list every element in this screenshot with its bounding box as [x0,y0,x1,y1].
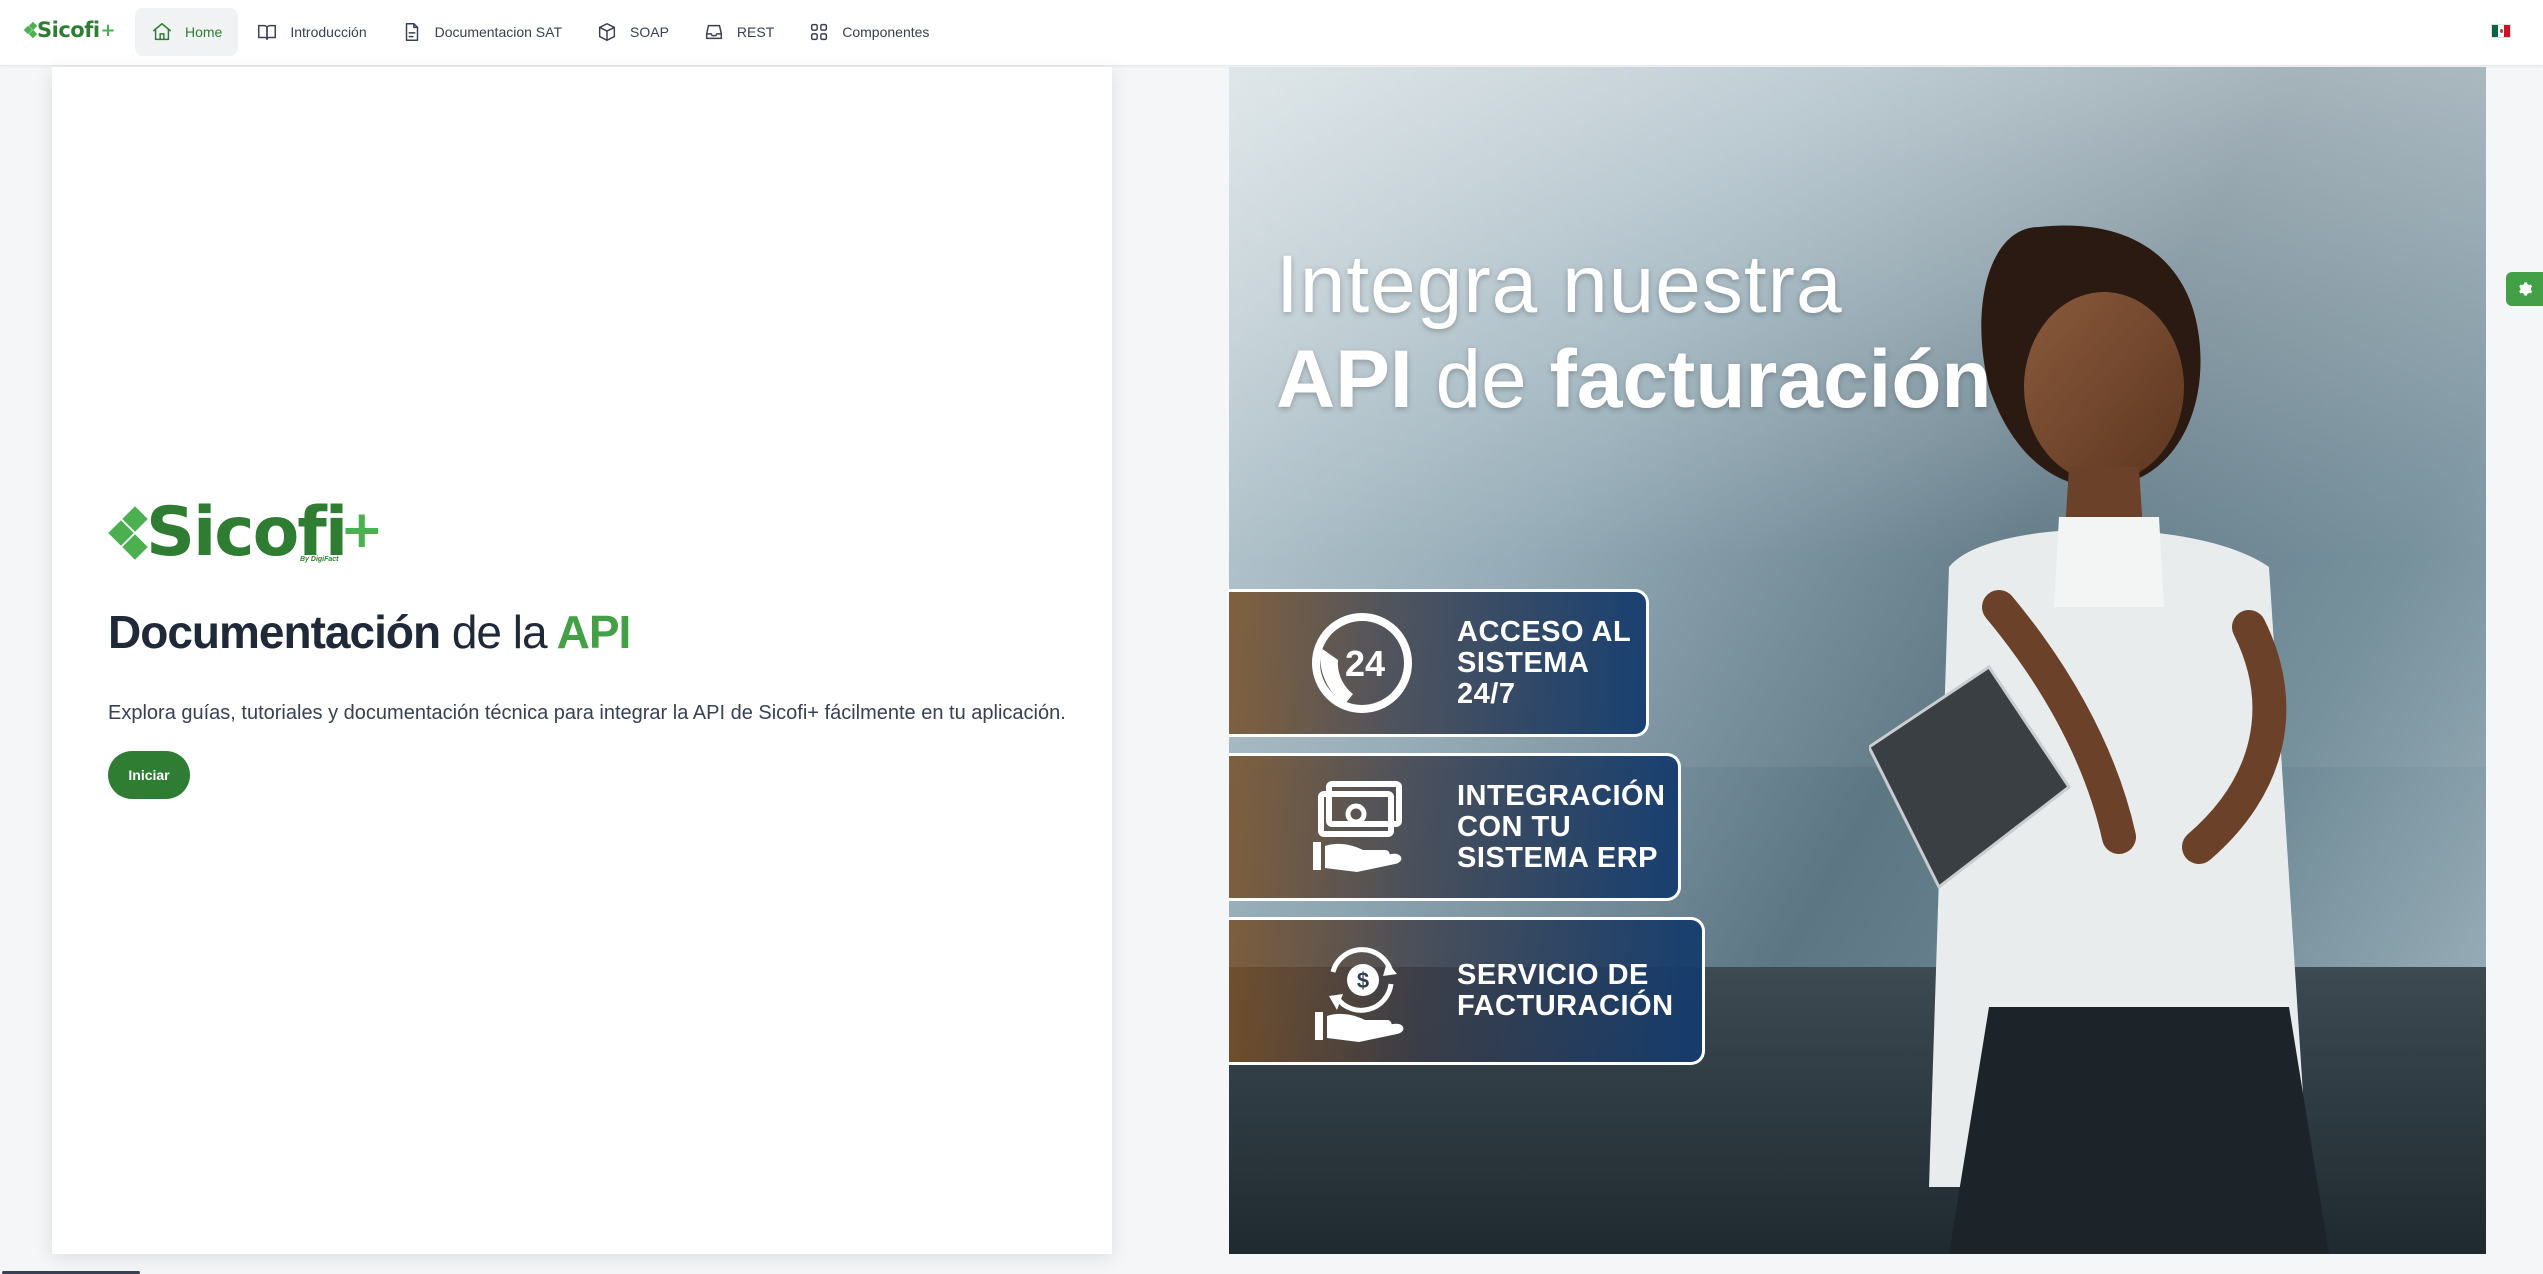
top-navbar: Sicofi + Home Introducción Documentacion … [0,0,2543,66]
nav-label-soap: SOAP [630,24,669,40]
banner-line-1: Integra nuestra [1276,239,1843,330]
start-button[interactable]: Iniciar [108,751,190,799]
money-hand-icon [1313,781,1402,872]
banner-facturacion-word: facturación [1549,334,1992,425]
feature-text-erp: INTEGRACIÓN CON TU SISTEMA ERP [1457,779,1666,874]
feature-erp-integration: INTEGRACIÓN CON TU SISTEMA ERP [1229,753,1681,901]
file-text-icon [405,23,418,41]
brand-plus: + [100,19,116,41]
settings-tab[interactable] [2506,272,2543,306]
banner-line-2: API de facturación [1276,332,1992,427]
nav-label-home: Home [185,24,223,40]
banner-api-word: API [1276,334,1413,425]
feature-access-24-7: 24 ACCESO AL SISTEMA 24/7 [1229,589,1649,737]
gear-icon [2518,282,2532,296]
dollar-cycle-hand-icon: $ [1315,947,1404,1042]
page-title: Documentación de la API [108,602,632,662]
feature-text-billing: SERVICIO DE FACTURACIÓN [1457,959,1674,1022]
feature-text-access: ACCESO AL SISTEMA 24/7 [1457,615,1632,710]
svg-text:$: $ [1357,968,1369,993]
nav-item-componentes[interactable]: Componentes [792,8,945,56]
title-bold: Documentación [108,606,441,658]
grid-icon [811,23,828,41]
nav-item-home[interactable]: Home [135,8,239,56]
logo-diamonds-icon [108,506,148,560]
book-open-icon [258,24,277,41]
nav-label-documentacion-sat: Documentacion SAT [434,24,562,40]
feature-billing-service: $ SERVICIO DE FACTURACIÓN [1229,917,1705,1065]
brand-logo[interactable]: Sicofi + [23,18,116,42]
phone-24-icon: 24 [1312,613,1412,713]
logo-diamonds-icon [23,21,38,39]
logo-plus: + [340,500,384,560]
main-nav: Home Introducción Documentacion SAT SOAP… [135,8,947,56]
box-icon [598,23,616,41]
banner-title: Integra nuestra API de facturación [1276,237,1992,427]
svg-text:24: 24 [1345,643,1385,684]
page-description: Explora guías, tutoriales y documentació… [108,702,1066,724]
logo-subtitle: By DigiFact [300,556,339,563]
home-icon [153,23,171,41]
nav-item-soap[interactable]: SOAP [580,8,685,56]
sicofi-logo: Sicofi + By DigiFact [108,494,398,572]
inbox-icon [705,24,722,40]
nav-label-componentes: Componentes [842,24,930,40]
brand-name: Sicofi [37,18,100,42]
banner-image: Integra nuestra API de facturación 24 AC… [1229,67,2486,1254]
banner-de-word: de [1435,334,1527,425]
nav-item-introduccion[interactable]: Introducción [240,8,382,56]
nav-item-documentacion-sat[interactable]: Documentacion SAT [385,8,578,56]
nav-label-introduccion: Introducción [290,24,367,40]
nav-label-rest: REST [736,24,775,40]
title-mid: de la [451,606,548,658]
mexico-flag-icon[interactable] [2491,24,2511,38]
nav-item-rest[interactable]: REST [687,8,790,56]
title-accent: API [556,606,632,658]
